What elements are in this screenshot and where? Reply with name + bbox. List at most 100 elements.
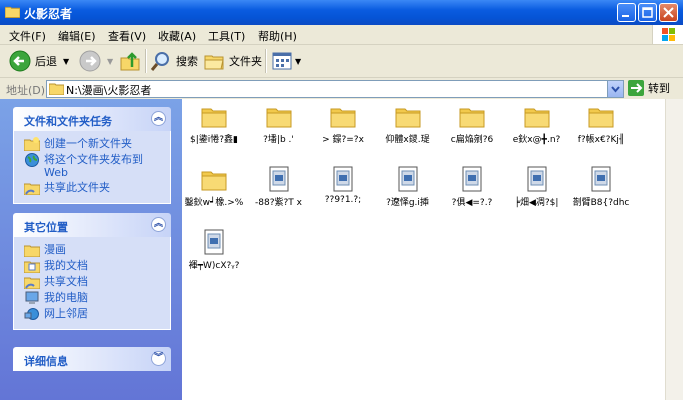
- collapse-chevron-icon[interactable]: ︽: [151, 217, 166, 232]
- item-name: ?遼怿g.i揷: [386, 198, 429, 208]
- address-path: N:\漫画\火影忍者: [66, 84, 152, 97]
- task-pane: 文件和文件夹任务 ︽ 创建一个新文件夹 将这个文件夹发布到 Web 共享此文件夹 …: [0, 99, 182, 400]
- item-name: ?俱◀=?.?: [451, 198, 493, 208]
- folder-icon: [49, 83, 64, 95]
- back-arrow-icon: [9, 50, 31, 72]
- folder-icon: [330, 108, 356, 128]
- folders-icon: [204, 55, 224, 70]
- task-share-folder[interactable]: 共享此文件夹: [24, 181, 170, 195]
- toolbar-separator: [265, 49, 267, 73]
- task-label: 创建一个新文件夹: [44, 137, 132, 150]
- address-dropdown-button[interactable]: [607, 81, 623, 97]
- maximize-button[interactable]: [638, 3, 657, 22]
- maximize-icon: [642, 7, 653, 18]
- folder-item[interactable]: 仰體ⅹ鑁.瑅: [376, 103, 440, 145]
- task-new-folder[interactable]: 创建一个新文件夹: [24, 137, 170, 151]
- menu-help[interactable]: 帮助(H): [258, 28, 297, 44]
- folder-item[interactable]: f?帳x€?Kj╢: [569, 103, 633, 145]
- file-item[interactable]: 剳臂B8{?dhc: [569, 166, 633, 208]
- file-item[interactable]: ??9?1.?;: [311, 166, 375, 205]
- forward-dropdown-icon[interactable]: ▼: [107, 57, 113, 66]
- folder-item[interactable]: ?墦|b .': [247, 103, 311, 145]
- title-bar: 火影忍者: [0, 0, 683, 25]
- expand-chevron-icon[interactable]: ︾: [151, 351, 166, 366]
- menu-file[interactable]: 文件(F): [9, 28, 46, 44]
- file-item[interactable]: -88?紫?T x: [247, 166, 311, 208]
- item-name: ?墦|b .': [263, 135, 294, 145]
- close-button[interactable]: [659, 3, 678, 22]
- menu-edit[interactable]: 编辑(E): [58, 28, 96, 44]
- place-shared-documents[interactable]: 共享文档: [24, 275, 170, 289]
- folder-item[interactable]: $|鍌i惓?鑫▮: [182, 103, 246, 145]
- globe-icon: [25, 153, 39, 167]
- views-button[interactable]: ▼: [271, 49, 301, 73]
- my-documents-icon: [24, 261, 40, 273]
- file-icon: [462, 166, 482, 192]
- panel-title: 详细信息: [24, 355, 68, 368]
- go-button[interactable]: 转到: [628, 80, 670, 96]
- views-icon: [272, 52, 292, 70]
- go-arrow-icon: [628, 80, 644, 96]
- file-tasks-panel: 文件和文件夹任务 ︽ 创建一个新文件夹 将这个文件夹发布到 Web 共享此文件夹: [13, 107, 171, 204]
- back-label: 后退: [35, 55, 57, 68]
- forward-button[interactable]: ▼: [79, 49, 113, 73]
- item-name: c扁焔剜?6: [450, 135, 494, 145]
- file-item[interactable]: ?遼怿g.i揷: [376, 166, 440, 208]
- menu-favorites[interactable]: 收藏(A): [158, 28, 196, 44]
- item-name: > 鐛?=?ⅹ: [322, 135, 364, 145]
- views-dropdown-icon[interactable]: ▼: [295, 57, 301, 66]
- panel-header[interactable]: 详细信息 ︾: [13, 347, 171, 371]
- item-name: ??9?1.?;: [324, 195, 362, 205]
- item-name: f?帳x€?Kj╢: [577, 135, 625, 145]
- place-label: 网上邻居: [44, 307, 88, 320]
- panel-header[interactable]: 文件和文件夹任务 ︽: [13, 107, 171, 131]
- place-label: 漫画: [44, 243, 66, 256]
- place-my-documents[interactable]: 我的文档: [24, 259, 170, 273]
- collapse-chevron-icon[interactable]: ︽: [151, 111, 166, 126]
- folder-icon: [201, 171, 227, 191]
- folder-item[interactable]: c扁焔剜?6: [440, 103, 504, 145]
- panel-header[interactable]: 其它位置 ︽: [13, 213, 171, 237]
- place-my-computer[interactable]: 我的电脑: [24, 291, 170, 305]
- item-name: 鑿鈥w┙橡.>%: [184, 198, 244, 208]
- address-bar: 地址(D) N:\漫画\火影忍者 转到: [0, 78, 683, 100]
- folder-item[interactable]: 鑿鈥w┙橡.>%: [182, 166, 246, 208]
- up-button[interactable]: [119, 49, 141, 73]
- panel-title: 文件和文件夹任务: [24, 115, 112, 128]
- back-dropdown-icon[interactable]: ▼: [63, 57, 69, 66]
- place-label: 我的文档: [44, 259, 88, 272]
- address-label: 地址(D): [6, 84, 46, 97]
- details-panel: 详细信息 ︾: [13, 347, 171, 371]
- task-publish-web[interactable]: 将这个文件夹发布到 Web: [24, 153, 170, 179]
- folder-icon: [266, 108, 291, 128]
- new-folder-icon: [24, 137, 40, 151]
- item-name: 仰體ⅹ鑁.瑅: [385, 135, 430, 145]
- vertical-scrollbar[interactable]: [665, 99, 683, 400]
- minimize-button[interactable]: [617, 3, 636, 22]
- place-manga[interactable]: 漫画: [24, 243, 170, 257]
- folders-label: 文件夹: [229, 55, 262, 68]
- forward-arrow-icon: [79, 50, 101, 72]
- shared-documents-icon: [24, 277, 40, 289]
- menu-view[interactable]: 查看(V): [108, 28, 146, 44]
- folder-item[interactable]: e鈥x@╋.n?: [505, 103, 569, 145]
- search-button[interactable]: 搜索: [150, 49, 198, 73]
- item-name: $|鍌i惓?鑫▮: [190, 135, 238, 145]
- folders-button[interactable]: 文件夹: [203, 49, 262, 73]
- folder-item[interactable]: > 鐛?=?ⅹ: [311, 103, 375, 145]
- go-label: 转到: [648, 82, 670, 95]
- menu-tools[interactable]: 工具(T): [208, 28, 245, 44]
- file-item[interactable]: ?俱◀=?.?: [440, 166, 504, 208]
- folder-icon: [588, 108, 614, 128]
- file-item[interactable]: ╞畑◀凋?$|: [505, 166, 569, 208]
- item-name: 剳臂B8{?dhc: [572, 198, 630, 208]
- back-button[interactable]: 后退 ▼: [9, 49, 69, 73]
- address-input[interactable]: N:\漫画\火影忍者: [46, 80, 624, 98]
- toolbar-separator: [145, 49, 147, 73]
- network-icon: [24, 308, 39, 320]
- windows-flag-icon: [662, 28, 675, 41]
- place-label: 我的电脑: [44, 291, 88, 304]
- file-icon: [527, 166, 546, 192]
- place-network[interactable]: 网上邻居: [24, 307, 170, 321]
- file-item[interactable]: 褌┯W)cX?ᵧ?: [182, 229, 246, 271]
